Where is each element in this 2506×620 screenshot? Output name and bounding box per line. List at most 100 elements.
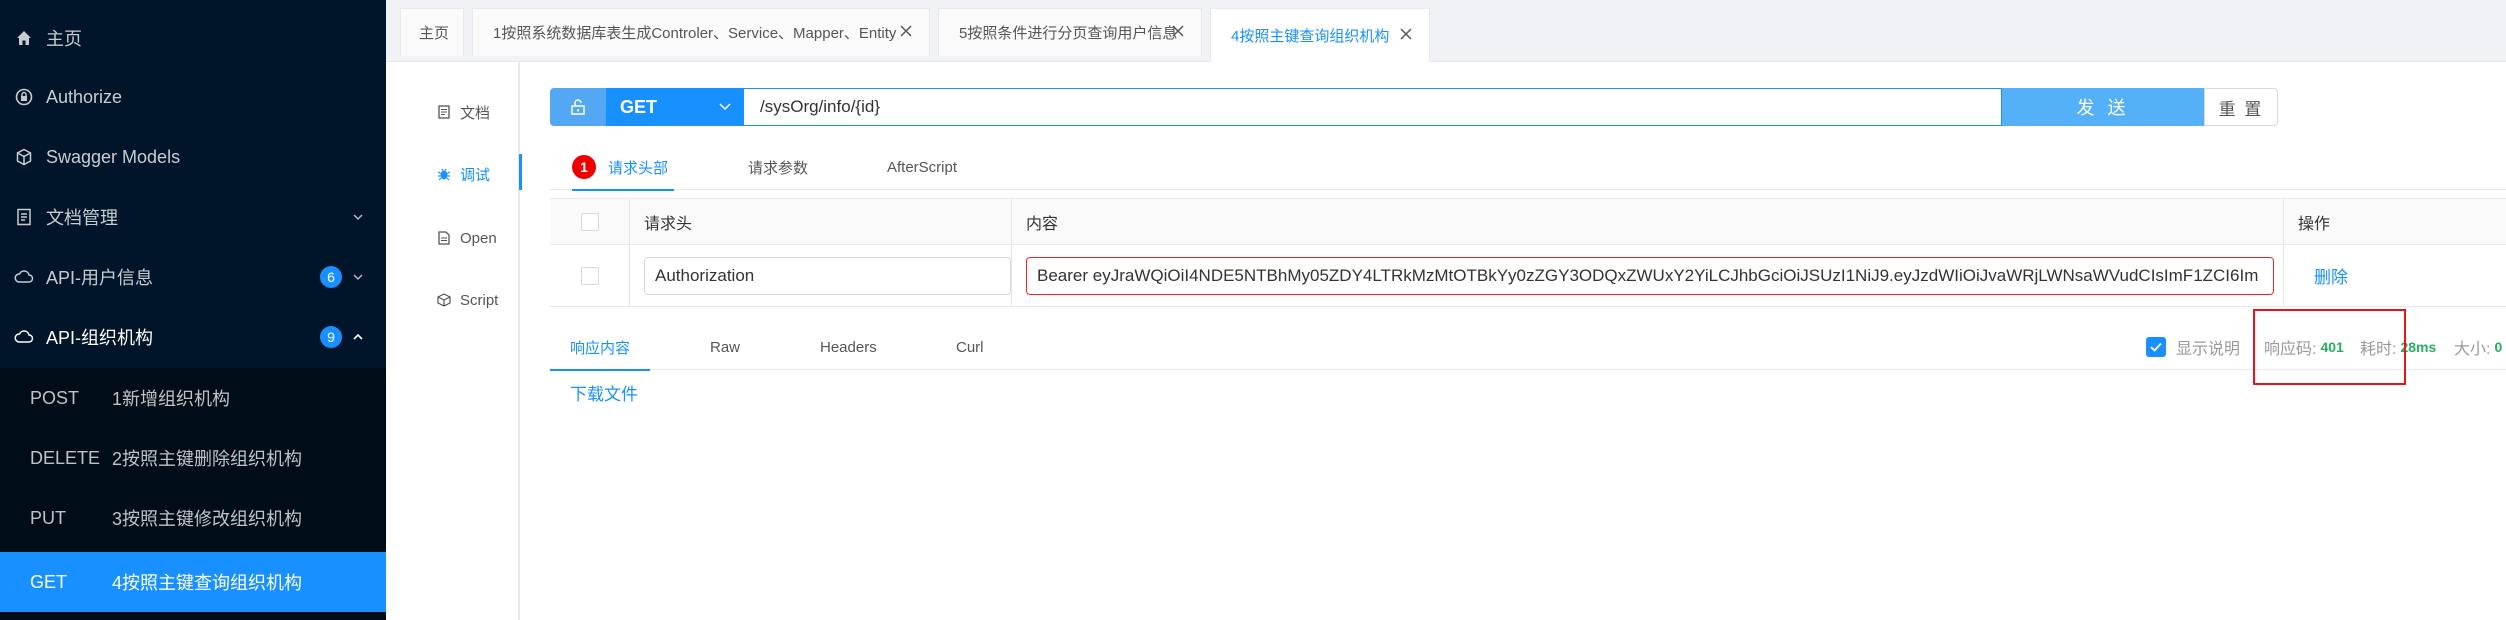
tab-label: 4按照主键查询组织机构 — [1231, 28, 1390, 45]
auth-toggle-button[interactable] — [550, 88, 606, 126]
header-name-value: Authorization — [655, 265, 755, 285]
sidebar-item-swagger-models[interactable]: Swagger Models — [0, 127, 386, 187]
submenu-item-label: 1新增组织机构 — [112, 389, 231, 409]
tab-after-script[interactable]: AfterScript — [887, 144, 957, 190]
chevron-down-icon — [353, 274, 363, 281]
header-name-cell: Authorization — [630, 245, 1012, 307]
sidebar-item-api-user[interactable]: API-用户信息 6 — [0, 247, 386, 307]
response-size-label: 大小: — [2454, 341, 2491, 358]
cloud-icon — [14, 327, 34, 347]
header-value-input[interactable]: Bearer eyJraWQiOiI4NDE5NTBhMy05ZDY4LTRkM… — [1026, 256, 2274, 295]
tab-home[interactable]: 主页 — [400, 8, 464, 56]
column-header: 内容 — [1012, 199, 2284, 245]
sidebar-item-label: Swagger Models — [46, 146, 181, 167]
count-badge: 6 — [320, 266, 342, 288]
http-method: POST — [30, 387, 80, 408]
tab-label: Raw — [710, 338, 741, 356]
show-description-label: 显示说明 — [2176, 341, 2241, 358]
sidebar-item-doc-manage[interactable]: 文档管理 — [0, 187, 386, 247]
cloud-icon — [14, 267, 34, 287]
send-button-label: 发 送 — [2076, 98, 2130, 118]
api-org-submenu: POST 1新增组织机构 DELETE 2按照主键删除组织机构 PUT 3按照主… — [0, 368, 386, 620]
lock-icon — [14, 87, 34, 107]
subnav-item-open[interactable]: Open — [386, 208, 520, 268]
chevron-down-icon — [719, 103, 731, 111]
chevron-down-icon — [353, 214, 363, 221]
row-checkbox[interactable] — [580, 266, 599, 285]
row-select-cell — [550, 245, 630, 307]
request-headers-table: 请求头 内容 操作 Authorization Bearer eyJraWQiO… — [550, 198, 2506, 308]
tab-headers[interactable]: Headers — [820, 324, 877, 370]
tab-generate-code[interactable]: 1按照系统数据库表生成Controler、Service、Mapper、Enti… — [472, 8, 930, 56]
tab-label: 响应内容 — [570, 339, 631, 357]
show-description-toggle[interactable]: 显示说明 — [2146, 332, 2240, 362]
submenu-item-label: 2按照主键删除组织机构 — [112, 449, 303, 469]
bug-icon — [436, 166, 452, 182]
download-file-link[interactable]: 下载文件 — [570, 380, 638, 405]
tab-page-query-user[interactable]: 5按照条件进行分页查询用户信息 — [938, 8, 1202, 56]
count-badge: 9 — [320, 326, 342, 348]
tab-response-content[interactable]: 响应内容 — [549, 324, 651, 371]
send-button[interactable]: 发 送 — [2002, 88, 2204, 126]
method-select[interactable]: GET — [606, 88, 744, 126]
url-input-value: /sysOrg/info/{id} — [760, 97, 881, 116]
tab-query-org[interactable]: 4按照主键查询组织机构 — [1210, 8, 1430, 62]
page-tabs-bar: 主页 1按照系统数据库表生成Controler、Service、Mapper、E… — [386, 0, 2506, 62]
app-root: 主页 Authorize Swagger Models 文档管理 API-用户信… — [0, 0, 2506, 620]
subnav-label: 调试 — [460, 166, 491, 184]
highlight-annotation-box — [2253, 309, 2406, 385]
subnav-item-debug[interactable]: 调试 — [386, 144, 522, 204]
header-value-cell: Bearer eyJraWQiOiI4NDE5NTBhMy05ZDY4LTRkM… — [1012, 245, 2284, 307]
tab-label: 主页 — [419, 25, 450, 42]
http-method: GET — [30, 571, 68, 592]
column-header: 操作 — [2284, 199, 2506, 245]
sidebar: 主页 Authorize Swagger Models 文档管理 API-用户信… — [0, 0, 386, 620]
checkbox-checked-icon — [2146, 337, 2166, 357]
submenu-item-label: 3按照主键修改组织机构 — [112, 509, 303, 529]
submenu-item-delete[interactable]: DELETE 2按照主键删除组织机构 — [0, 428, 386, 488]
submenu-item-put[interactable]: PUT 3按照主键修改组织机构 — [0, 488, 386, 548]
sidebar-item-authorize[interactable]: Authorize — [0, 67, 386, 127]
reset-button[interactable]: 重 置 — [2204, 88, 2278, 126]
request-tabs: 1 请求头部 请求参数 AfterScript — [550, 144, 2506, 191]
tab-request-params[interactable]: 请求参数 — [748, 144, 808, 190]
unlock-icon — [571, 99, 585, 115]
response-size: 大小: 0 — [2454, 332, 2502, 362]
select-all-cell — [550, 199, 630, 245]
reset-button-label: 重 置 — [2218, 99, 2264, 119]
cube-icon — [14, 147, 34, 167]
select-all-checkbox[interactable] — [580, 212, 599, 231]
sidebar-item-label: Authorize — [46, 86, 123, 107]
delete-link[interactable]: 删除 — [2314, 263, 2348, 288]
tab-raw[interactable]: Raw — [710, 324, 740, 370]
close-icon[interactable] — [1399, 27, 1413, 41]
sidebar-item-label: 文档管理 — [46, 208, 118, 228]
response-size-value: 0 — [2494, 339, 2503, 355]
home-icon — [14, 28, 34, 48]
tab-request-headers[interactable]: 1 请求头部 — [572, 144, 675, 191]
submenu-item-post[interactable]: POST 1新增组织机构 — [0, 368, 386, 428]
subnav-item-script[interactable]: Script — [386, 270, 520, 330]
close-icon[interactable] — [1171, 24, 1185, 38]
sidebar-item-label: 主页 — [46, 29, 82, 49]
submenu-item-get[interactable]: GET 4按照主键查询组织机构 — [0, 552, 386, 612]
http-method: PUT — [30, 507, 66, 528]
api-subnav: 文档 调试 Open Script — [386, 62, 522, 620]
header-value-text: Bearer eyJraWQiOiI4NDE5NTBhMy05ZDY4LTRkM… — [1037, 265, 2259, 285]
sidebar-item-home[interactable]: 主页 — [0, 8, 386, 68]
tab-label: AfterScript — [887, 158, 958, 176]
document-icon — [14, 207, 34, 227]
sidebar-item-api-org[interactable]: API-组织机构 9 — [0, 307, 386, 367]
close-icon[interactable] — [899, 24, 913, 38]
sidebar-item-label: API-用户信息 — [46, 268, 154, 288]
tab-label: 5按照条件进行分页查询用户信息 — [959, 25, 1178, 42]
subnav-item-doc[interactable]: 文档 — [386, 82, 520, 142]
tab-curl[interactable]: Curl — [956, 324, 984, 370]
method-select-value: GET — [620, 96, 658, 117]
subnav-label: 文档 — [460, 104, 491, 122]
header-name-input[interactable]: Authorization — [644, 256, 1011, 295]
url-input[interactable]: /sysOrg/info/{id} — [744, 88, 2002, 126]
count-badge: 1 — [572, 155, 596, 179]
column-header-name: 请求头 — [644, 215, 693, 233]
http-method: DELETE — [30, 447, 101, 468]
